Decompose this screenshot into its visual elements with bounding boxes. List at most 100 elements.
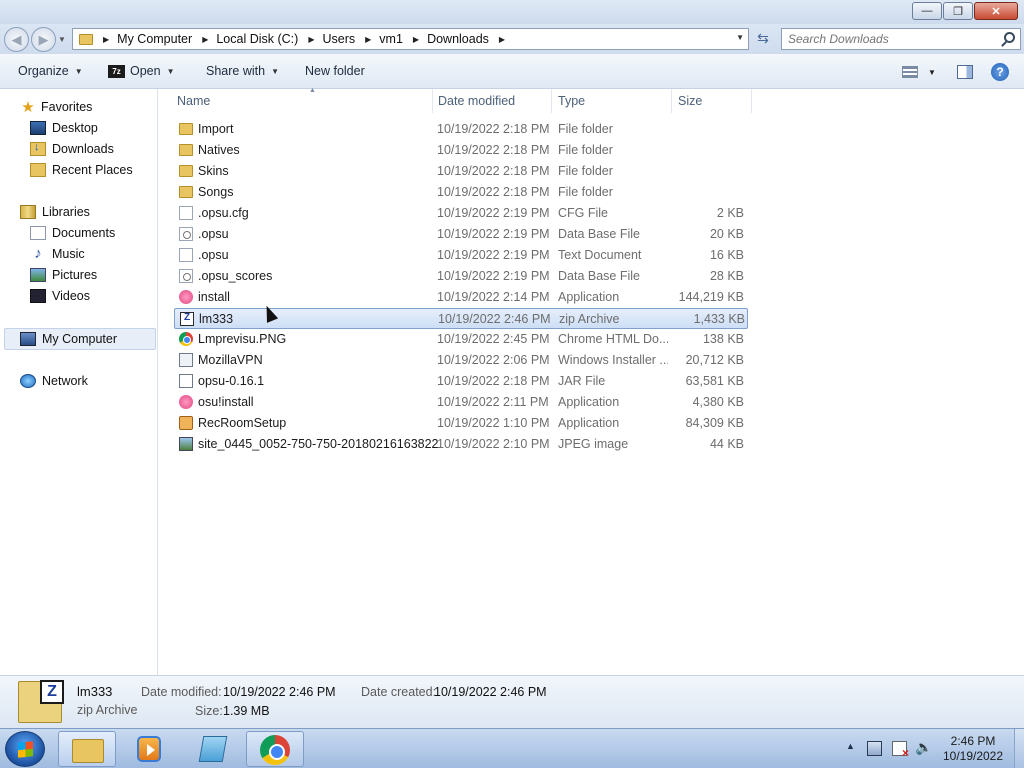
- address-row: ◀ ▶ ▼ ▶ My Computer ▶ Local Disk (C:) ▶ …: [0, 24, 1024, 54]
- nav-desktop[interactable]: Desktop: [30, 118, 98, 138]
- taskbar-media-player[interactable]: [120, 731, 178, 767]
- back-button[interactable]: ◀: [4, 27, 29, 52]
- recent-pages-dropdown[interactable]: ▼: [58, 35, 66, 44]
- details-modified-label: Date modified:: [141, 685, 222, 699]
- chevron-right-icon[interactable]: ▶: [202, 35, 208, 44]
- computer-icon: [20, 332, 36, 346]
- breadcrumb-vm1[interactable]: vm1: [379, 32, 403, 46]
- search-icon[interactable]: [1004, 32, 1015, 43]
- column-header-date[interactable]: Date modified: [432, 89, 552, 113]
- chevron-right-icon[interactable]: ▶: [413, 35, 419, 44]
- chevron-right-icon[interactable]: ▶: [499, 35, 505, 44]
- share-with-button[interactable]: Share with ▼: [206, 64, 279, 78]
- search-input[interactable]: [788, 29, 998, 49]
- file-row[interactable]: osu!install 10/19/2022 2:11 PM Application…: [174, 392, 748, 413]
- breadcrumb-local-disk[interactable]: Local Disk (C:): [216, 32, 298, 46]
- file-type: JAR File: [558, 374, 606, 388]
- chevron-right-icon[interactable]: ▶: [365, 35, 371, 44]
- file-row[interactable]: opsu-0.16.1 10/19/2022 2:18 PM JAR File 63,…: [174, 371, 748, 392]
- nav-pictures[interactable]: Pictures: [30, 265, 97, 285]
- file-row[interactable]: .opsu 10/19/2022 2:19 PM Data Base File 20 …: [174, 224, 748, 245]
- file-size: 2 KB: [716, 206, 744, 220]
- minimize-button[interactable]: —: [912, 2, 942, 20]
- taskbar-notepad[interactable]: [183, 731, 241, 767]
- file-type: CFG File: [558, 206, 608, 220]
- nav-libraries[interactable]: Libraries: [20, 202, 90, 222]
- nav-videos[interactable]: Videos: [30, 286, 90, 306]
- nav-my-computer[interactable]: My Computer: [20, 329, 117, 349]
- taskbar-chrome[interactable]: [246, 731, 304, 767]
- new-folder-button[interactable]: New folder: [305, 64, 365, 78]
- change-view-icon[interactable]: [902, 66, 918, 78]
- help-icon[interactable]: ?: [991, 63, 1009, 81]
- clock[interactable]: 2:46 PM 10/19/2022: [930, 734, 1016, 764]
- breadcrumb-my-computer[interactable]: My Computer: [117, 32, 192, 46]
- nav-documents[interactable]: Documents: [30, 223, 115, 243]
- maximize-button[interactable]: ❐: [943, 2, 973, 20]
- breadcrumb-users[interactable]: Users: [322, 32, 355, 46]
- view-dropdown[interactable]: ▼: [928, 68, 936, 77]
- file-type: File folder: [558, 143, 613, 157]
- file-row[interactable]: lm333 10/19/2022 2:46 PM zip Archive 1,433 …: [174, 308, 748, 329]
- folder-icon: [179, 186, 193, 198]
- volume-icon[interactable]: 🔈: [915, 739, 932, 755]
- file-date-modified: 10/19/2022 2:19 PM: [437, 248, 550, 262]
- osu-icon: [179, 395, 193, 409]
- column-header-type[interactable]: Type: [552, 89, 672, 113]
- file-date-modified: 10/19/2022 2:18 PM: [437, 122, 550, 136]
- chevron-right-icon[interactable]: ▶: [103, 35, 109, 44]
- chevron-right-icon[interactable]: ▶: [308, 35, 314, 44]
- file-row[interactable]: site_0445_0052-750-750-20180216163822 10/…: [174, 434, 748, 455]
- file-name: Songs: [198, 185, 234, 199]
- file-row[interactable]: .opsu.cfg 10/19/2022 2:19 PM CFG File 2 KB: [174, 203, 748, 224]
- videos-icon: [30, 289, 46, 303]
- sort-ascending-icon: ▲: [309, 87, 316, 94]
- file-row[interactable]: Lmprevisu.PNG 10/19/2022 2:45 PM Chrome HT…: [174, 329, 748, 350]
- folder-icon: [79, 33, 93, 45]
- show-hidden-icons-icon[interactable]: ▲: [846, 741, 855, 751]
- file-row[interactable]: Skins 10/19/2022 2:18 PM File folder: [174, 161, 748, 182]
- nav-music[interactable]: ♪ Music: [30, 244, 84, 264]
- organize-button[interactable]: Organize ▼: [18, 64, 83, 78]
- file-size: 138 KB: [702, 332, 744, 346]
- nav-network[interactable]: Network: [20, 371, 88, 391]
- column-header-size[interactable]: Size: [672, 89, 752, 113]
- file-type: File folder: [558, 164, 613, 178]
- refresh-icon[interactable]: ⇆: [752, 30, 774, 48]
- folder-icon: [72, 739, 104, 763]
- chrome-icon: [179, 332, 193, 346]
- file-icon: [179, 206, 193, 220]
- action-center-icon[interactable]: [892, 741, 909, 760]
- nav-favorites[interactable]: ★ Favorites: [20, 97, 92, 117]
- file-size: 20 KB: [709, 227, 744, 241]
- close-button[interactable]: ✕: [974, 2, 1018, 20]
- address-bar[interactable]: ▶ My Computer ▶ Local Disk (C:) ▶ Users …: [72, 28, 749, 50]
- nav-recent-places[interactable]: Recent Places: [30, 160, 133, 180]
- taskbar-explorer[interactable]: [58, 731, 116, 767]
- file-row[interactable]: .opsu_scores 10/19/2022 2:19 PM Data Base …: [174, 266, 748, 287]
- search-box[interactable]: [781, 28, 1021, 50]
- file-row[interactable]: RecRoomSetup 10/19/2022 1:10 PM Applicatio…: [174, 413, 748, 434]
- file-row[interactable]: Songs 10/19/2022 2:18 PM File folder: [174, 182, 748, 203]
- open-button[interactable]: 7z Open ▼: [108, 64, 175, 78]
- forward-button[interactable]: ▶: [31, 27, 56, 52]
- file-row[interactable]: Natives 10/19/2022 2:18 PM File folder: [174, 140, 748, 161]
- file-row[interactable]: MozillaVPN 10/19/2022 2:06 PM Windows Inst…: [174, 350, 748, 371]
- network-tray-icon[interactable]: [867, 741, 882, 756]
- file-name: Import: [198, 122, 234, 136]
- nav-label: Pictures: [52, 268, 98, 282]
- file-row[interactable]: Import 10/19/2022 2:18 PM File folder: [174, 119, 748, 140]
- start-button[interactable]: [5, 731, 45, 767]
- column-header-name[interactable]: ▲ Name: [171, 87, 433, 113]
- preview-pane-icon[interactable]: [957, 65, 973, 79]
- file-row[interactable]: install 10/19/2022 2:14 PM Application 144,…: [174, 287, 748, 308]
- file-name: MozillaVPN: [198, 353, 263, 367]
- file-row[interactable]: .opsu 10/19/2022 2:19 PM Text Document 16 K…: [174, 245, 748, 266]
- database-file-icon: [179, 227, 193, 241]
- nav-downloads[interactable]: Downloads: [30, 139, 114, 159]
- show-desktop-button[interactable]: [1014, 729, 1024, 768]
- address-history-dropdown[interactable]: ▼: [736, 33, 744, 42]
- breadcrumb-downloads[interactable]: Downloads: [427, 32, 489, 46]
- file-date-modified: 10/19/2022 2:19 PM: [437, 206, 550, 220]
- nav-label: Downloads: [52, 142, 114, 156]
